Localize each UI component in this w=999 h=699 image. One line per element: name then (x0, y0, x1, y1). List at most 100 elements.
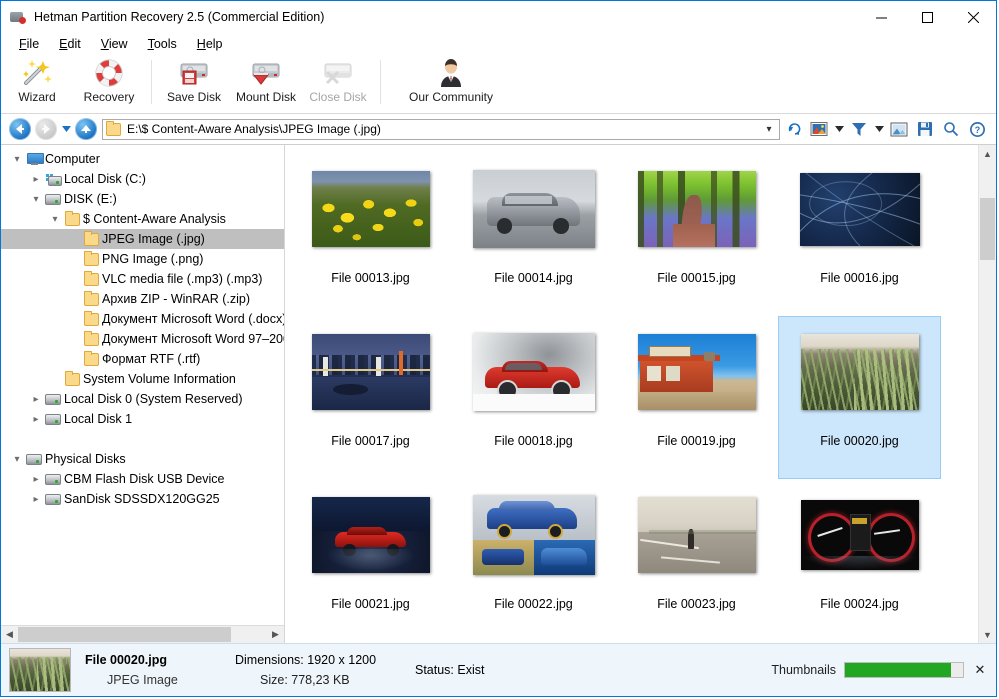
toolbar-button-mount-disk[interactable]: Mount Disk (230, 57, 302, 109)
drive-icon (45, 393, 61, 405)
drive-icon (45, 493, 61, 505)
menu-item-help[interactable]: Help (187, 35, 233, 53)
folder-icon (83, 290, 99, 306)
progress-close-icon[interactable]: ✕ (972, 662, 988, 678)
file-item[interactable]: File 00023.jpg (615, 479, 778, 642)
file-item[interactable]: File 00024.jpg (778, 479, 941, 642)
toolbar-label-mount-disk: Mount Disk (235, 90, 297, 104)
file-grid[interactable]: File 00013.jpg File 00014.jpg File 00015.j… (285, 145, 978, 643)
tree-item[interactable]: Архив ZIP - WinRAR (.zip) (1, 289, 284, 309)
chevron-right-icon[interactable]: ▸ (28, 174, 44, 185)
chevron-down-icon[interactable]: ▾ (9, 154, 25, 165)
menu-item-file[interactable]: File (9, 35, 49, 53)
tree-horizontal-scrollbar[interactable]: ◀ ▶ (1, 625, 284, 643)
scroll-down-icon[interactable]: ▼ (979, 626, 996, 643)
preview-pane-icon[interactable] (886, 117, 912, 141)
folder-icon (83, 250, 99, 266)
chevron-right-icon[interactable]: ▸ (28, 394, 44, 405)
file-name-label: File 00016.jpg (820, 271, 899, 285)
toolbar-button-wizard[interactable]: Wizard (1, 57, 73, 109)
file-thumbnail-wrap (311, 485, 430, 585)
help-icon[interactable]: ? (964, 117, 990, 141)
filter-dropdown-icon[interactable] (872, 117, 886, 141)
status-bar: File 00020.jpg JPEG Image Dimensions: 19… (1, 643, 996, 696)
tree-item[interactable]: ▸ CBM Flash Disk USB Device (1, 469, 284, 489)
tree-item[interactable]: ▾ Computer (1, 149, 284, 169)
chevron-down-icon[interactable]: ▾ (9, 454, 25, 465)
chevron-right-icon[interactable]: ▸ (28, 414, 44, 425)
menu-item-view[interactable]: View (91, 35, 138, 53)
toolbar-button-our-community[interactable]: Our Community (387, 57, 515, 109)
file-item[interactable]: File 00018.jpg (452, 316, 615, 479)
file-item[interactable]: File 00019.jpg (615, 316, 778, 479)
chevron-down-icon[interactable]: ▾ (28, 194, 44, 205)
tree-item[interactable]: Формат RTF (.rtf) (1, 349, 284, 369)
tree-item[interactable]: Документ Microsoft Word (.docx) (1, 309, 284, 329)
tree-item-label: Формат RTF (.rtf) (102, 352, 201, 366)
minimize-icon[interactable] (858, 1, 904, 33)
menu-item-tools[interactable]: Tools (138, 35, 187, 53)
toolbar-button-save-disk[interactable]: Save Disk (158, 57, 230, 109)
tree-item[interactable]: ▾ $ Content-Aware Analysis (1, 209, 284, 229)
tree-item[interactable]: ▾ Physical Disks (1, 449, 284, 469)
tree-item[interactable]: System Volume Information (1, 369, 284, 389)
chevron-down-icon[interactable]: ▾ (47, 214, 63, 225)
computer-icon (26, 153, 44, 165)
tree-item[interactable]: PNG Image (.png) (1, 249, 284, 269)
tree-item[interactable]: ▾ DISK (E:) (1, 189, 284, 209)
file-item[interactable]: File 00016.jpg (778, 153, 941, 316)
maximize-icon[interactable] (904, 1, 950, 33)
chevron-down-icon[interactable]: ▾ (762, 124, 776, 135)
file-item[interactable]: File 00013.jpg (289, 153, 452, 316)
folder-icon (83, 310, 99, 326)
view-mode-icon[interactable] (806, 117, 832, 141)
tree-item[interactable]: JPEG Image (.jpg) (1, 229, 284, 249)
drive-icon (45, 473, 61, 485)
files-vertical-scrollbar[interactable]: ▲ ▼ (978, 145, 996, 643)
history-dropdown-icon[interactable] (59, 126, 73, 132)
tree-item[interactable]: ▸ Local Disk 0 (System Reserved) (1, 389, 284, 409)
tree-item[interactable]: ▸ Local Disk 1 (1, 409, 284, 429)
tree-item[interactable]: Документ Microsoft Word 97–2003 (.doc) (1, 329, 284, 349)
filter-funnel-icon[interactable] (846, 117, 872, 141)
refresh-icon[interactable] (784, 121, 806, 138)
back-button[interactable] (7, 116, 33, 142)
scroll-right-icon[interactable]: ▶ (267, 626, 284, 643)
menu-item-edit[interactable]: Edit (49, 35, 91, 53)
file-item[interactable]: File 00021.jpg (289, 479, 452, 642)
chevron-right-icon[interactable]: ▸ (28, 494, 44, 505)
toolbar-button-recovery[interactable]: Recovery (73, 57, 145, 109)
title-bar: Hetman Partition Recovery 2.5 (Commercia… (1, 1, 996, 33)
file-item[interactable]: File 00022.jpg (452, 479, 615, 642)
vscroll-track[interactable] (979, 162, 996, 626)
folder-icon (64, 370, 80, 386)
file-thumbnail-wrap (472, 485, 595, 585)
close-icon[interactable] (950, 1, 996, 33)
forward-button[interactable] (33, 116, 59, 142)
scroll-up-icon[interactable]: ▲ (979, 145, 996, 162)
file-thumbnail-wrap (637, 485, 756, 585)
tree-item[interactable]: VLC media file (.mp3) (.mp3) (1, 269, 284, 289)
search-icon[interactable] (938, 117, 964, 141)
save-icon[interactable] (912, 117, 938, 141)
chevron-right-icon[interactable]: ▸ (28, 474, 44, 485)
tree-item[interactable]: ▸ Local Disk (C:) (1, 169, 284, 189)
view-mode-dropdown-icon[interactable] (832, 117, 846, 141)
vscroll-thumb[interactable] (980, 198, 995, 260)
scroll-left-icon[interactable]: ◀ (1, 626, 18, 643)
file-item[interactable]: File 00020.jpg (778, 316, 941, 479)
address-input[interactable]: E:\$ Content-Aware Analysis\JPEG Image (… (102, 118, 780, 140)
tree-item[interactable]: ▸ SanDisk SDSSDX120GG25 (1, 489, 284, 509)
file-thumbnail (472, 495, 595, 575)
file-item[interactable]: File 00014.jpg (452, 153, 615, 316)
toolbar-button-close-disk[interactable]: Close Disk (302, 57, 374, 109)
file-item[interactable]: File 00017.jpg (289, 316, 452, 479)
hscroll-thumb[interactable] (18, 627, 231, 642)
file-name-label: File 00021.jpg (331, 597, 410, 611)
file-item[interactable]: File 00015.jpg (615, 153, 778, 316)
hscroll-track[interactable] (18, 626, 267, 643)
status-file-info: File 00020.jpg JPEG Image (85, 649, 235, 691)
up-button[interactable] (73, 116, 99, 142)
folder-tree[interactable]: ▾ Computer ▸ Local Disk (C:) ▾ DISK (E:) ▾ $ Co… (1, 145, 284, 625)
